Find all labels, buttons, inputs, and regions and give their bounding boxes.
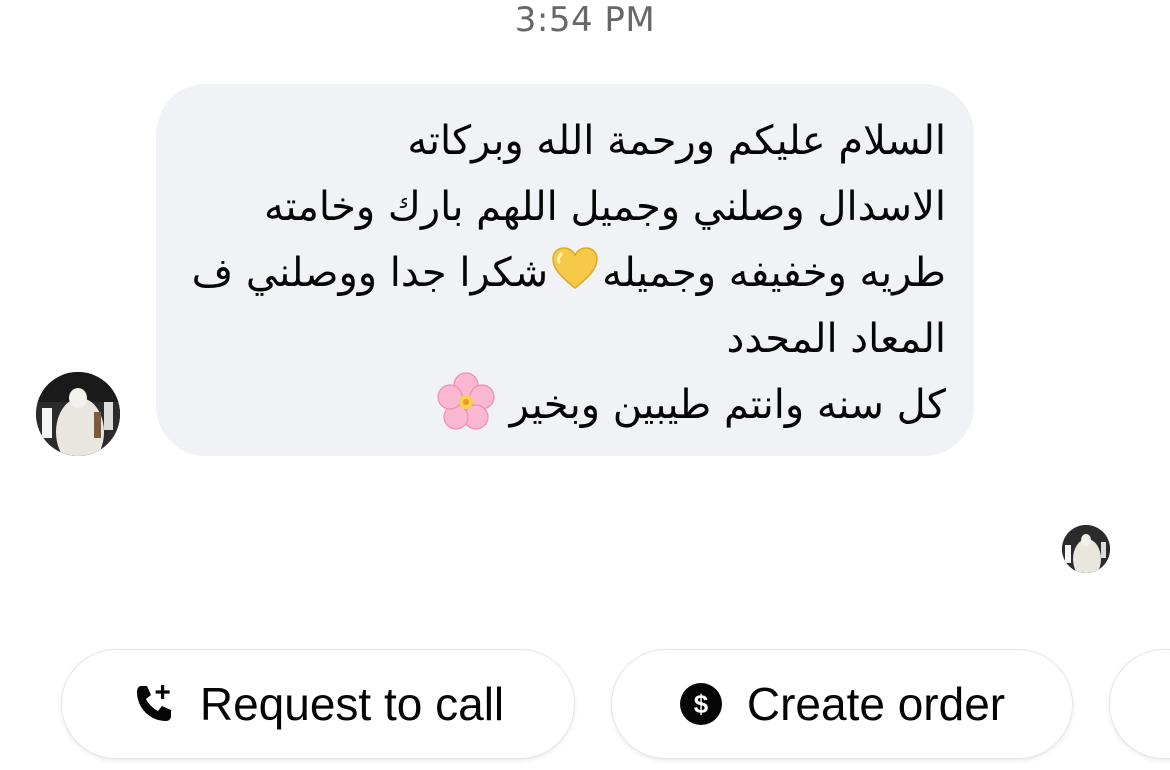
more-actions-button[interactable] [1110, 650, 1170, 758]
contact-avatar[interactable] [36, 372, 120, 456]
message-line-3: طريه وخفيفه وجميله شكرا جدا ووصلني ف [190, 240, 946, 306]
message-line-5-text: كل سنه وانتم طيبين وبخير [509, 382, 946, 428]
chat-screen: 3:54 PM السلام عليكم ورحمة الله وبركاته … [0, 0, 1170, 770]
message-line-1: السلام عليكم ورحمة الله وبركاته [407, 118, 946, 164]
read-receipt-avatar [1062, 525, 1110, 573]
message-line-3-start: طريه وخفيفه وجميله [602, 250, 946, 296]
cherry-blossom-icon [437, 372, 495, 430]
dollar-circle-icon: $ [679, 682, 723, 726]
phone-plus-icon [132, 682, 176, 726]
message-line-5: كل سنه وانتم طيبين وبخير [190, 372, 946, 438]
svg-text:$: $ [694, 689, 709, 719]
avatar-photo [36, 372, 120, 456]
message-line-2: الاسدال وصلني وجميل اللهم بارك وخامته [263, 184, 946, 230]
request-to-call-label: Request to call [199, 678, 505, 730]
quick-actions-bar: Request to call $ Create order [0, 650, 1170, 762]
message-line-3-end: شكرا جدا ووصلني ف [191, 250, 549, 296]
yellow-heart-icon [552, 247, 598, 289]
avatar-photo-small [1062, 525, 1110, 573]
create-order-button[interactable]: $ Create order [612, 650, 1072, 758]
create-order-label: Create order [746, 678, 1006, 730]
message-text: السلام عليكم ورحمة الله وبركاته الاسدال … [190, 108, 946, 438]
request-to-call-button[interactable]: Request to call [62, 650, 574, 758]
message-line-4: المعاد المحدد [726, 316, 947, 362]
message-timestamp: 3:54 PM [514, 0, 656, 40]
